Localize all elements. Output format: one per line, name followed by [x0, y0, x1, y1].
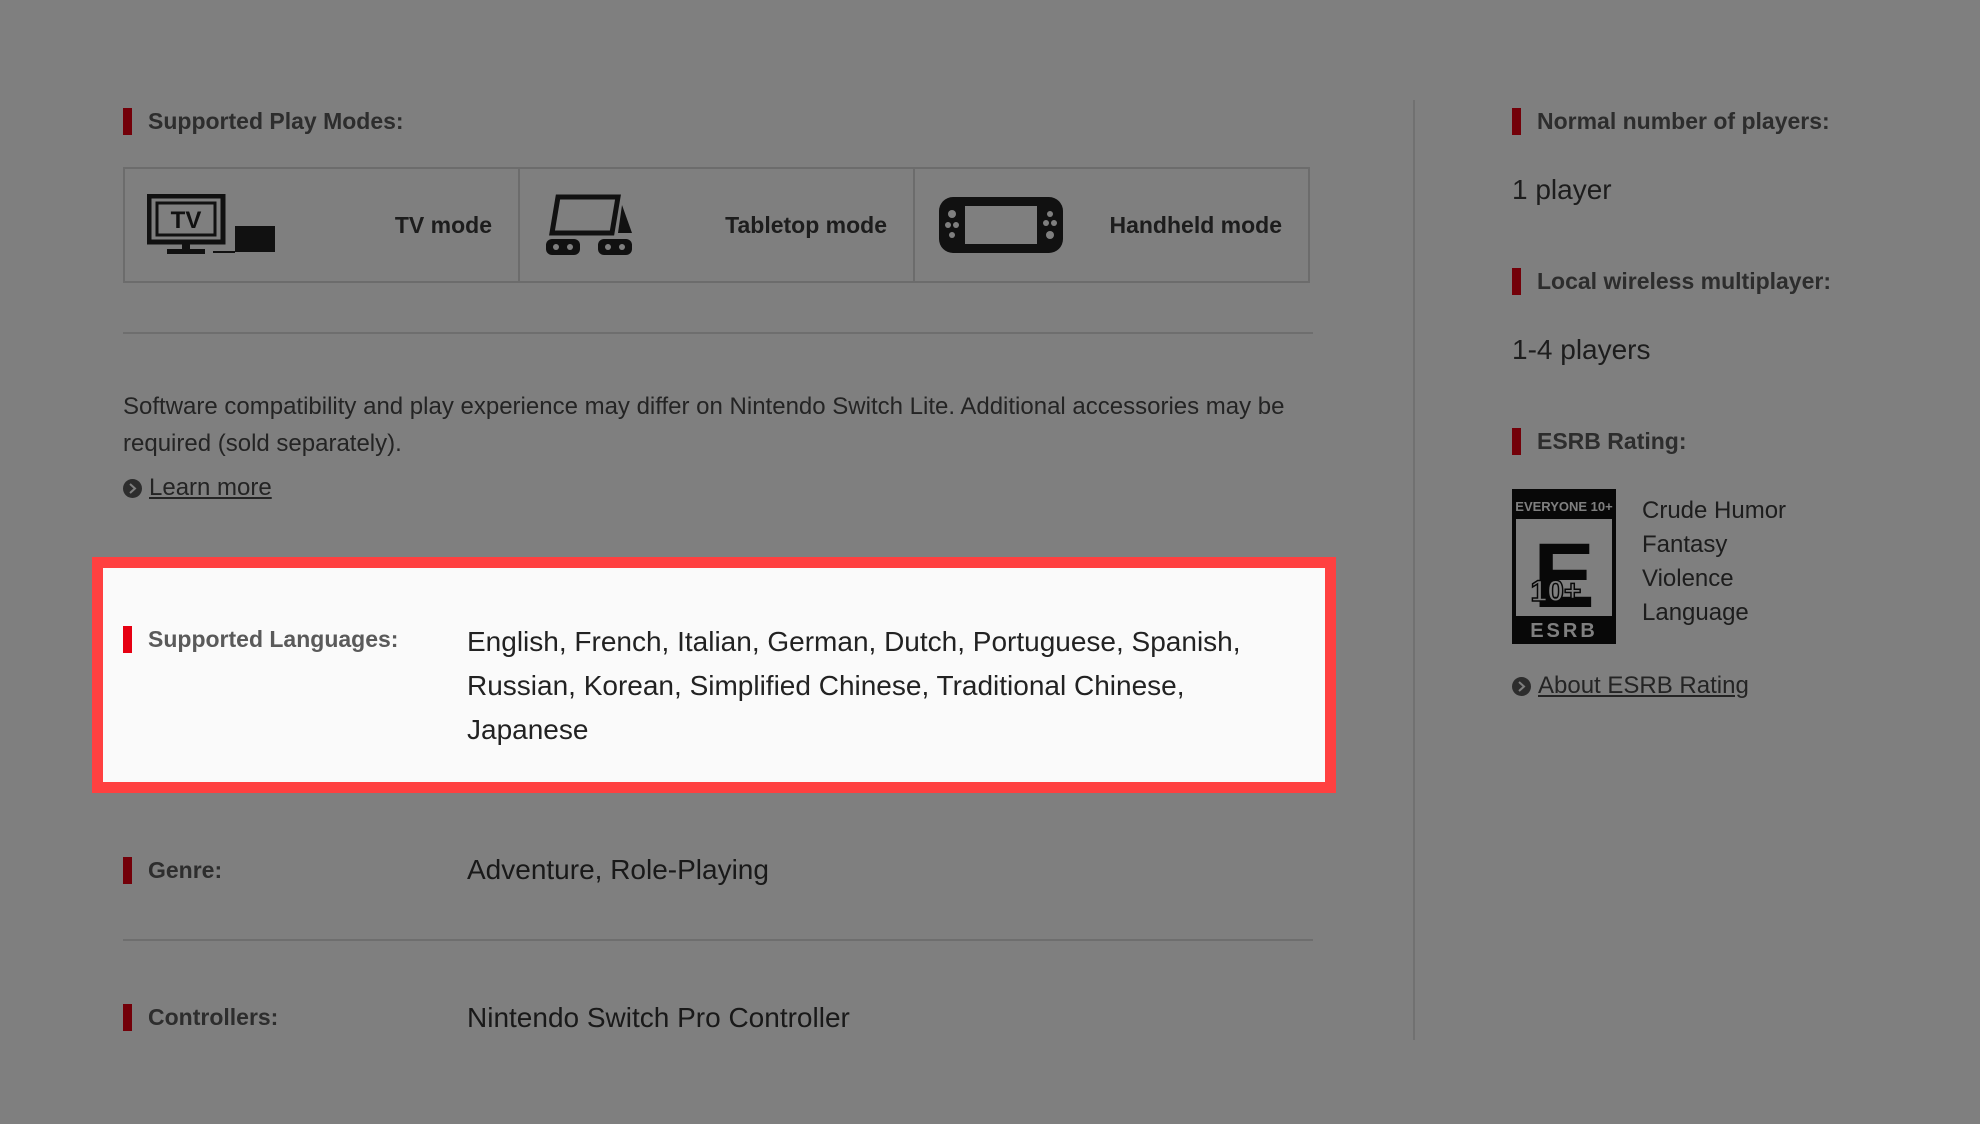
languages-highlight: Supported Languages: English, French, It…	[92, 557, 1336, 793]
accent-bar	[123, 626, 132, 653]
languages-value: English, French, Italian, German, Dutch,…	[467, 626, 1241, 745]
languages-label: Supported Languages:	[148, 626, 399, 652]
languages-heading: Supported Languages:	[123, 626, 398, 653]
